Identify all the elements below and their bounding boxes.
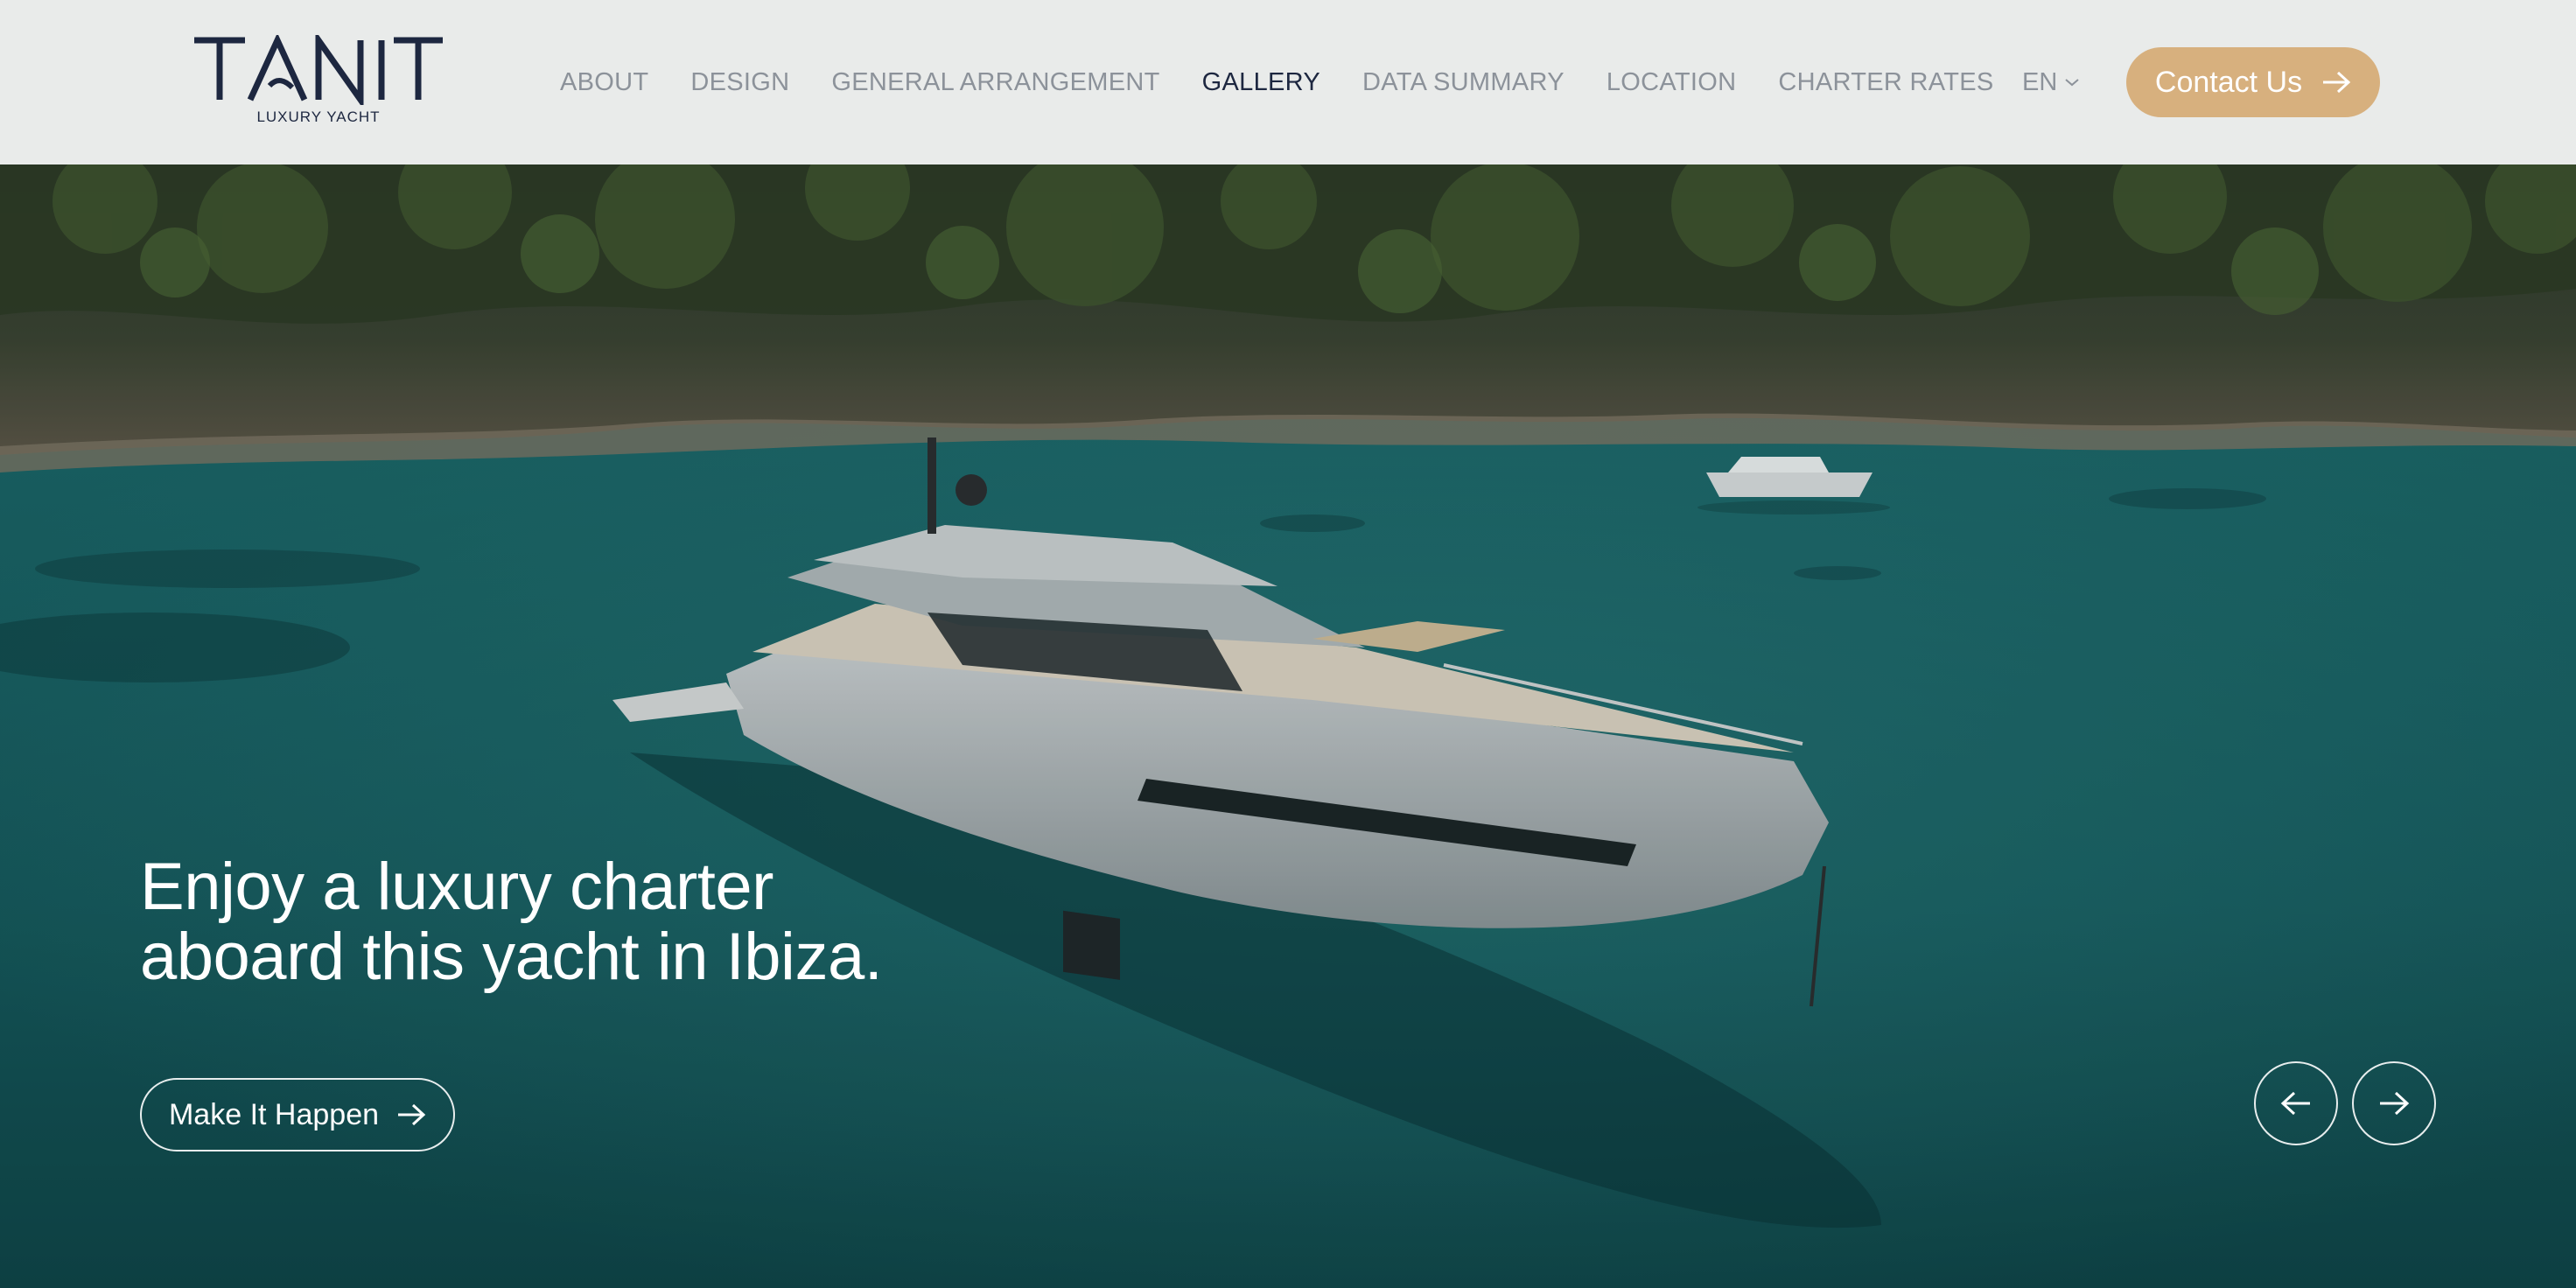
contact-us-button[interactable]: Contact Us (2126, 47, 2380, 117)
nav-item-gallery[interactable]: GALLERY (1202, 68, 1320, 97)
logo-tagline: LUXURY YACHT (256, 108, 381, 125)
language-label: EN (2022, 67, 2058, 96)
arrow-right-icon (2380, 1091, 2410, 1116)
logo-wordmark (194, 35, 443, 105)
nav-item-general-arrangement[interactable]: GENERAL ARRANGEMENT (831, 68, 1159, 97)
language-selector[interactable]: EN (2022, 65, 2080, 100)
main-nav: ABOUT DESIGN GENERAL ARRANGEMENT GALLERY… (560, 65, 1994, 100)
hero-headline: Enjoy a luxury charter aboard this yacht… (140, 852, 1102, 992)
arrow-left-icon (2280, 1091, 2310, 1116)
arrow-right-icon (2323, 71, 2351, 94)
site-header: LUXURY YACHT ABOUT DESIGN GENERAL ARRANG… (0, 0, 2576, 164)
arrow-right-icon (398, 1103, 426, 1126)
hero-headline-line-1: Enjoy a luxury charter (140, 850, 774, 924)
nav-item-design[interactable]: DESIGN (690, 68, 789, 97)
chevron-down-icon (2065, 79, 2079, 87)
make-it-happen-button[interactable]: Make It Happen (140, 1078, 455, 1152)
hero-headline-line-2: aboard this yacht in Ibiza. (140, 920, 883, 994)
nav-item-location[interactable]: LOCATION (1606, 68, 1737, 97)
nav-item-data-summary[interactable]: DATA SUMMARY (1362, 68, 1564, 97)
brand-logo[interactable]: LUXURY YACHT (194, 35, 443, 126)
nav-item-charter-rates[interactable]: CHARTER RATES (1778, 68, 1993, 97)
contact-us-label: Contact Us (2154, 65, 2303, 99)
page: LUXURY YACHT ABOUT DESIGN GENERAL ARRANG… (0, 0, 2576, 1288)
nav-item-about[interactable]: ABOUT (560, 68, 648, 97)
make-it-happen-label: Make It Happen (168, 1097, 380, 1131)
slider-prev-button[interactable] (2254, 1061, 2338, 1145)
slider-next-button[interactable] (2352, 1061, 2436, 1145)
